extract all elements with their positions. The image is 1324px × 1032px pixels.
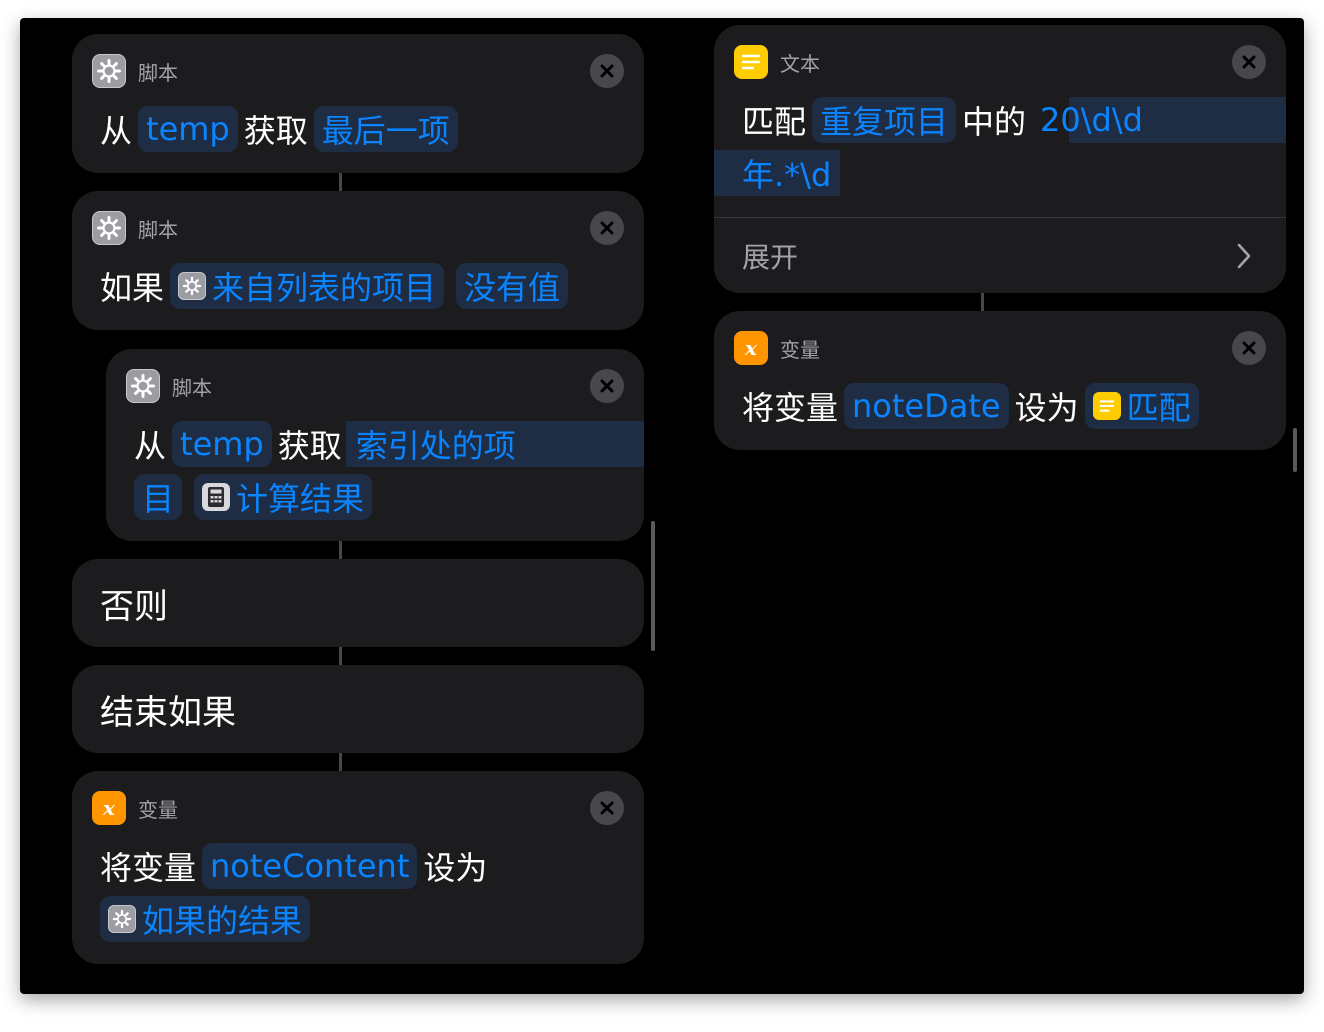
connector-line (339, 173, 342, 191)
otherwise-label: 否则 (100, 586, 168, 627)
end-if-block[interactable]: 结束如果 (72, 665, 644, 753)
close-icon[interactable] (1232, 45, 1266, 79)
gear-icon (126, 369, 160, 403)
variable-value-token[interactable]: 如果的结果 (100, 896, 311, 942)
close-icon[interactable] (1232, 331, 1266, 365)
gear-icon (92, 211, 126, 245)
gear-icon (178, 272, 207, 300)
connector-line (339, 541, 342, 559)
set-variable-action[interactable]: x 变量 将变量 noteContent 设为 如果的结果 (72, 771, 644, 964)
action-header: 脚本 (126, 369, 212, 403)
word-to: 设为 (423, 849, 488, 887)
get-item-from-list-action[interactable]: 脚本 从 temp 获取 最后一项 (72, 34, 644, 173)
variable-value-label: 匹配 (1126, 389, 1191, 427)
calculator-icon (202, 483, 231, 511)
variable-name-token[interactable]: noteDate (844, 383, 1009, 429)
action-sentence: 从 temp 获取 最后一项 (100, 104, 464, 154)
close-icon[interactable] (590, 369, 624, 403)
connector-line (339, 647, 342, 665)
item-at-index-token-continued[interactable]: 目 (134, 474, 183, 520)
regex-pattern-token[interactable]: 20\d\d (1032, 97, 1151, 143)
variable-value-label: 如果的结果 (142, 902, 303, 940)
word-from: 从 (134, 427, 167, 465)
word-to: 设为 (1014, 389, 1079, 427)
index-input-label: 计算结果 (236, 480, 365, 518)
get-item-at-index-action[interactable]: 脚本 从 temp 获取 索引处的项 目 计算结果 (106, 349, 644, 541)
action-header: x 变量 (734, 331, 820, 365)
action-header: 脚本 (92, 54, 178, 88)
close-icon[interactable] (590, 54, 624, 88)
word-get: 获取 (277, 427, 342, 465)
item-selector-token[interactable]: 最后一项 (313, 106, 458, 152)
variable-x-icon: x (92, 791, 126, 825)
pattern-source-token[interactable]: 重复项目 (812, 97, 957, 143)
shortcut-editor-canvas: 脚本 从 temp 获取 最后一项 脚本 如果 来自列表的项目 没有值 脚本 从… (20, 18, 1304, 994)
action-category-label: 脚本 (172, 375, 212, 400)
variable-name-token[interactable]: noteContent (202, 843, 418, 889)
word-set-variable: 将变量 (742, 389, 839, 427)
chevron-right-icon (1236, 242, 1252, 274)
close-icon[interactable] (590, 211, 624, 245)
set-variable-action[interactable]: x 变量 将变量 noteDate 设为 匹配 (714, 311, 1286, 450)
connector-line (339, 753, 342, 771)
match-text-action[interactable]: 文本 匹配 重复项目 中的 20\d\d 年.*\d 展开 (714, 25, 1286, 293)
list-variable-token[interactable]: temp (172, 421, 272, 467)
regex-pattern-token-continued[interactable]: 年.*\d (734, 150, 839, 196)
word-get: 获取 (243, 112, 308, 150)
action-sentence-line-1: 将变量 noteContent 设为 (100, 841, 487, 891)
expand-label: 展开 (742, 240, 799, 274)
list-variable-token[interactable]: temp (138, 106, 238, 152)
action-sentence-line-2: 目 计算结果 (128, 472, 378, 522)
action-sentence-line-2: 如果的结果 (94, 894, 316, 944)
gear-icon (108, 905, 136, 933)
if-action[interactable]: 脚本 如果 来自列表的项目 没有值 (72, 191, 644, 330)
variable-x-icon: x (734, 331, 768, 365)
action-sentence-line-2: 年.*\d (734, 148, 845, 198)
text-lines-icon (1092, 392, 1121, 420)
action-header: 文本 (734, 45, 820, 79)
text-lines-icon (734, 45, 768, 79)
action-category-label: 变量 (780, 337, 820, 362)
action-category-label: 脚本 (138, 60, 178, 85)
action-sentence: 如果 来自列表的项目 没有值 (100, 261, 574, 311)
action-header: 脚本 (92, 211, 178, 245)
word-in: 中的 (962, 103, 1027, 141)
left-column-scrollbar[interactable] (651, 521, 655, 651)
close-icon[interactable] (590, 791, 624, 825)
end-if-label: 结束如果 (100, 692, 236, 733)
condition-input-token[interactable]: 来自列表的项目 (170, 263, 445, 309)
action-sentence-line-1: 匹配 重复项目 中的 20\d\d (742, 95, 1157, 145)
action-category-label: 脚本 (138, 217, 178, 242)
word-match: 匹配 (742, 103, 807, 141)
expand-row[interactable]: 展开 (714, 218, 1286, 293)
action-category-label: 变量 (138, 797, 178, 822)
connector-line (981, 293, 984, 311)
gear-icon (92, 54, 126, 88)
action-category-label: 文本 (780, 51, 820, 76)
word-from: 从 (100, 112, 133, 150)
word-if: 如果 (100, 269, 165, 307)
action-sentence: 将变量 noteDate 设为 匹配 (742, 381, 1205, 431)
action-sentence-line-1: 从 temp 获取 索引处的项 (134, 419, 530, 469)
condition-input-label: 来自列表的项目 (212, 269, 437, 307)
condition-operator-token[interactable]: 没有值 (456, 263, 569, 309)
right-column-scrollbar[interactable] (1293, 428, 1297, 472)
variable-value-token[interactable]: 匹配 (1084, 383, 1199, 429)
action-header: x 变量 (92, 791, 178, 825)
word-set-variable: 将变量 (100, 849, 197, 887)
item-at-index-token[interactable]: 索引处的项 (348, 421, 524, 467)
index-input-token[interactable]: 计算结果 (194, 474, 373, 520)
otherwise-block[interactable]: 否则 (72, 559, 644, 647)
